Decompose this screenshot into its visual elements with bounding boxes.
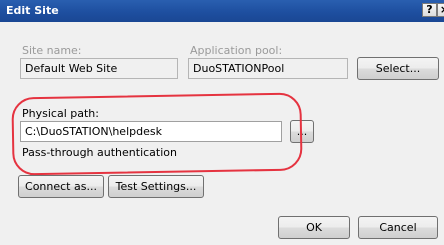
application-pool-label: Application pool: [190,44,283,57]
cancel-button[interactable]: Cancel [358,216,438,239]
dialog-title: Edit Site [6,4,59,17]
browse-button[interactable]: ... [290,120,314,143]
close-button[interactable]: × [437,3,444,17]
physical-path-input[interactable]: C:\DuoSTATION\helpdesk [20,121,282,142]
title-bar[interactable]: Edit Site ? × [0,0,444,22]
pass-through-auth-label: Pass-through authentication [22,146,177,159]
site-name-field: Default Web Site [20,58,178,79]
select-button[interactable]: Select... [357,57,439,80]
help-button[interactable]: ? [422,3,437,17]
application-pool-field: DuoSTATIONPool [188,58,348,79]
edit-site-dialog: Edit Site ? × Site name: Default Web Sit… [0,0,444,245]
site-name-label: Site name: [22,44,82,57]
physical-path-label: Physical path: [22,107,99,120]
test-settings-button[interactable]: Test Settings... [108,175,204,198]
ok-button[interactable]: OK [278,216,350,239]
connect-as-button[interactable]: Connect as... [18,175,104,198]
